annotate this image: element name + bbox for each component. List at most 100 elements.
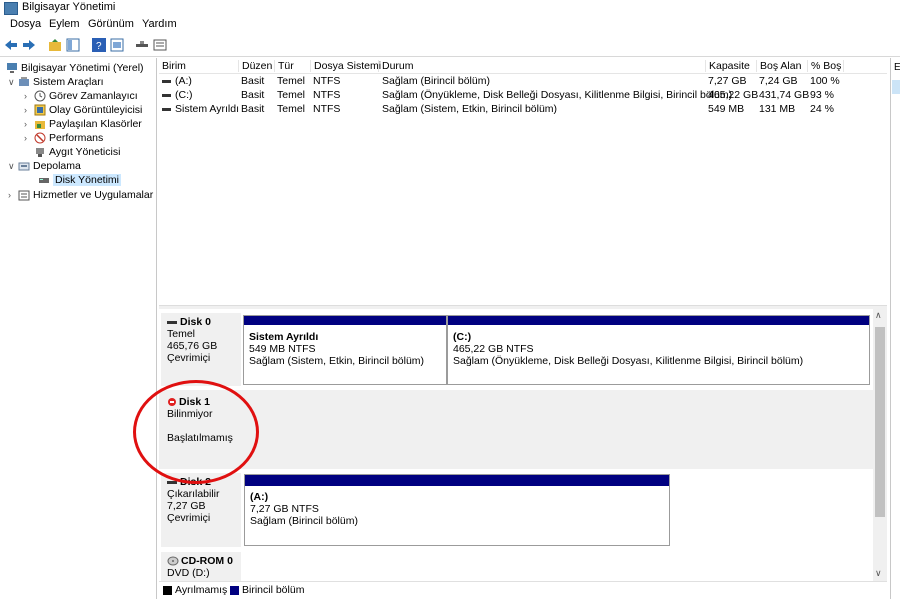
tree-item-system-tools[interactable]: ∨ Sistem Araçları	[8, 75, 104, 89]
cell-layout: Basit	[241, 75, 265, 87]
chevron-down-icon[interactable]: ∨	[8, 161, 18, 172]
tree-item-storage[interactable]: ∨ Depolama	[8, 159, 81, 173]
partition-status: Sağlam (Sistem, Etkin, Birincil bölüm)	[249, 355, 425, 367]
cell-filesystem: NTFS	[313, 103, 341, 115]
tree-item-services[interactable]: › Hizmetler ve Uygulamalar	[8, 188, 153, 202]
chevron-up-icon[interactable]: ∧	[875, 310, 882, 321]
cell-free-space: 131 MB	[759, 103, 796, 115]
cell-status: Sağlam (Önyükleme, Disk Belleği Dosyası,…	[382, 89, 733, 101]
disk-type: Temel	[167, 328, 196, 340]
disk-type: DVD (D:)	[167, 567, 210, 579]
cell-percent-free: 93 %	[810, 89, 834, 101]
list-view-icon[interactable]	[153, 38, 167, 52]
tree-item-shared-folders[interactable]: › Paylaşılan Klasörler	[24, 117, 142, 131]
tree-label: Disk Yönetimi	[53, 174, 121, 186]
partition-size: 549 MB NTFS	[249, 343, 316, 355]
disk-size: 7,27 GB	[167, 500, 206, 512]
chevron-right-icon[interactable]: ›	[24, 133, 34, 143]
scrollbar-thumb[interactable]	[875, 327, 885, 517]
column-header-status[interactable]: Durum	[378, 60, 414, 72]
chevron-down-icon[interactable]: ∨	[875, 568, 882, 579]
tree-label: Hizmetler ve Uygulamalar	[33, 189, 154, 201]
disk-icon	[167, 480, 177, 484]
menu-file[interactable]: Dosya	[10, 18, 41, 30]
tree-label: Görev Zamanlayıcı	[49, 90, 138, 102]
chevron-right-icon[interactable]: ›	[24, 105, 34, 115]
column-header-layout[interactable]: Düzen	[238, 60, 272, 72]
table-row[interactable]: (A:) Basit Temel NTFS Sağlam (Birincil b…	[159, 75, 887, 89]
actions-pane-item[interactable]	[892, 80, 900, 94]
column-header-end	[843, 60, 848, 72]
cell-status: Sağlam (Birincil bölüm)	[382, 75, 490, 87]
cell-filesystem: NTFS	[313, 89, 341, 101]
menu-help[interactable]: Yardım	[142, 18, 177, 30]
tree-item-root[interactable]: Bilgisayar Yönetimi (Yerel)	[6, 61, 144, 75]
cell-filesystem: NTFS	[313, 75, 341, 87]
disk-type: Çıkarılabilir	[167, 488, 220, 500]
navigation-tree: Bilgisayar Yönetimi (Yerel) ∨ Sistem Ara…	[0, 58, 157, 599]
partition-size: 7,27 GB NTFS	[250, 503, 319, 515]
chevron-right-icon[interactable]: ›	[8, 190, 18, 200]
tree-item-task-scheduler[interactable]: › Görev Zamanlayıcı	[24, 89, 138, 103]
performance-icon	[34, 132, 46, 144]
properties-icon[interactable]	[110, 38, 124, 52]
tree-label: Sistem Araçları	[33, 76, 104, 88]
volume-icon	[162, 93, 171, 97]
legend-primary-label: Birincil bölüm	[242, 584, 305, 596]
table-row[interactable]: (C:) Basit Temel NTFS Sağlam (Önyükleme,…	[159, 89, 887, 103]
partition-status: Sağlam (Önyükleme, Disk Belleği Dosyası,…	[453, 355, 804, 367]
partition-c[interactable]: (C:) 465,22 GB NTFS Sağlam (Önyükleme, D…	[447, 315, 870, 385]
partition-size: 465,22 GB NTFS	[453, 343, 534, 355]
table-row[interactable]: Sistem Ayrıldı Basit Temel NTFS Sağlam (…	[159, 103, 887, 117]
column-header-percent-free[interactable]: % Boş	[807, 60, 841, 72]
tree-item-event-viewer[interactable]: › Olay Görüntüleyicisi	[24, 103, 142, 117]
partition-title: (A:)	[250, 491, 269, 503]
column-header-capacity[interactable]: Kapasite	[705, 60, 750, 72]
cell-volume: (A:)	[175, 75, 192, 87]
cell-percent-free: 24 %	[810, 103, 834, 115]
title-bar: Bilgisayar Yönetimi	[0, 0, 900, 16]
up-folder-icon[interactable]	[48, 38, 62, 52]
column-header-filesystem[interactable]: Dosya Sistemi	[310, 60, 381, 72]
disk-name: Disk 1	[179, 396, 210, 408]
tree-item-disk-management[interactable]: Disk Yönetimi	[38, 173, 121, 187]
svg-text:?: ?	[96, 41, 102, 52]
cdrom-0-label[interactable]: CD-ROM 0 DVD (D:)	[161, 552, 241, 582]
show-hide-tree-icon[interactable]	[66, 38, 80, 52]
disk-2-label[interactable]: Disk 2 Çıkarılabilir 7,27 GB Çevrimiçi	[161, 473, 241, 547]
cell-type: Temel	[277, 103, 306, 115]
chevron-right-icon[interactable]: ›	[24, 119, 34, 129]
partition-a[interactable]: (A:) 7,27 GB NTFS Sağlam (Birincil bölüm…	[244, 474, 670, 546]
volume-icon	[162, 79, 171, 83]
graphical-view-scrollbar[interactable]: ∧ ∨	[873, 309, 887, 581]
tree-label: Paylaşılan Klasörler	[49, 118, 142, 130]
disk-management-icon	[39, 178, 49, 183]
clock-icon	[34, 90, 46, 102]
cell-layout: Basit	[241, 89, 265, 101]
legend-primary-swatch	[230, 586, 239, 595]
menu-action[interactable]: Eylem	[49, 18, 80, 30]
volume-list-header: Birim Düzen Tür Dosya Sistemi Durum Kapa…	[159, 58, 887, 74]
partition-title: (C:)	[453, 331, 472, 343]
disk-status: Çevrimiçi	[167, 512, 211, 524]
tree-item-performance[interactable]: › Performans	[24, 131, 103, 145]
volume-list: Birim Düzen Tür Dosya Sistemi Durum Kapa…	[159, 58, 887, 305]
partition-system-reserved[interactable]: Sistem Ayrıldı 549 MB NTFS Sağlam (Siste…	[243, 315, 447, 385]
chevron-down-icon[interactable]: ∨	[8, 77, 18, 88]
chevron-right-icon[interactable]: ›	[24, 91, 34, 101]
disk-0-label[interactable]: Disk 0 Temel 465,76 GB Çevrimiçi	[161, 313, 241, 386]
help-icon[interactable]: ?	[92, 38, 106, 52]
forward-arrow-icon[interactable]	[22, 38, 36, 52]
volume-icon	[162, 107, 171, 111]
tree-item-device-manager[interactable]: Aygıt Yöneticisi	[34, 145, 120, 159]
disk-1-label[interactable]: Disk 1 Bilinmiyor Başlatılmamış	[161, 393, 241, 467]
column-header-free-space[interactable]: Boş Alan	[756, 60, 801, 72]
cell-percent-free: 100 %	[810, 75, 840, 87]
menu-view[interactable]: Görünüm	[88, 18, 134, 30]
back-arrow-icon[interactable]	[4, 38, 18, 52]
disk-name: Disk 0	[180, 316, 211, 328]
connect-icon[interactable]	[135, 38, 149, 52]
cell-capacity: 7,27 GB	[708, 75, 747, 87]
column-header-type[interactable]: Tür	[274, 60, 294, 72]
column-header-volume[interactable]: Birim	[159, 60, 186, 72]
